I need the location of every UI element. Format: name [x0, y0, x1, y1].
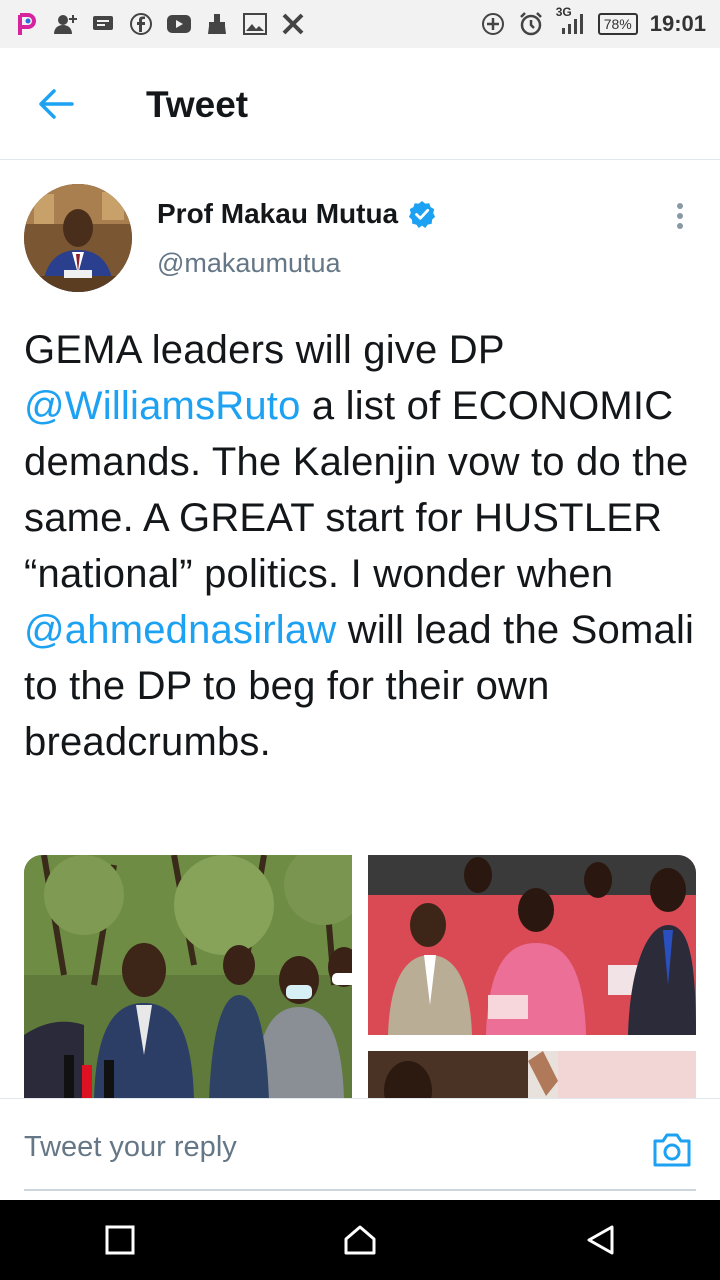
recent-apps-button[interactable]: [90, 1210, 150, 1270]
network-type: 3G: [555, 5, 572, 19]
verified-badge-icon: [409, 201, 436, 228]
camera-icon: [653, 1133, 691, 1167]
author-name-text: Prof Makau Mutua: [157, 198, 399, 229]
status-time: 19:01: [649, 11, 706, 36]
square-icon: [105, 1225, 135, 1255]
mention-link[interactable]: @WilliamsRuto: [24, 384, 301, 428]
triangle-back-icon: [587, 1225, 614, 1255]
tweet-text-segment: GEMA leaders will give DP: [24, 328, 504, 372]
reply-divider: [24, 1189, 696, 1191]
home-button[interactable]: [330, 1210, 390, 1270]
more-vertical-icon: [677, 203, 683, 229]
cleaner-icon: [204, 11, 230, 37]
status-bar: 3G 78% 19:01: [0, 0, 720, 48]
reply-bar: Tweet your reply: [0, 1098, 720, 1201]
picsart-icon: [14, 11, 40, 37]
tweet-text: GEMA leaders will give DP @WilliamsRuto …: [24, 322, 704, 770]
android-nav-bar: [0, 1200, 720, 1280]
page-title: Tweet: [146, 84, 249, 125]
battery-icon: 78%: [597, 13, 638, 35]
battery-level: 78%: [603, 16, 632, 32]
signal-icon: 3G: [556, 5, 586, 37]
mention-link[interactable]: @ahmednasirlaw: [24, 608, 336, 652]
add-contact-icon: [52, 11, 78, 37]
tweet-media-grid: [24, 855, 696, 1100]
add-circle-icon: [480, 11, 506, 37]
camera-button[interactable]: [648, 1129, 696, 1171]
more-options-button[interactable]: [664, 200, 696, 232]
app-header: Tweet: [0, 48, 720, 160]
image-icon: [242, 11, 268, 37]
back-nav-button[interactable]: [570, 1210, 630, 1270]
tweet-photo[interactable]: [24, 855, 352, 1100]
status-bar-system: 3G 78% 19:01: [480, 5, 706, 37]
facebook-icon: [128, 11, 154, 37]
reply-input[interactable]: Tweet your reply: [24, 1131, 237, 1164]
avatar[interactable]: [24, 184, 132, 292]
back-button[interactable]: [32, 84, 80, 124]
arrow-left-icon: [39, 89, 74, 119]
tweet-photo[interactable]: [368, 1051, 696, 1100]
author-name[interactable]: Prof Makau Mutua: [157, 198, 436, 230]
status-bar-notifications: [14, 11, 306, 37]
author-handle[interactable]: @makaumutua: [157, 248, 341, 279]
x-icon: [280, 11, 306, 37]
alarm-icon: [518, 11, 544, 37]
message-icon: [90, 11, 116, 37]
youtube-icon: [166, 11, 192, 37]
tweet-photo[interactable]: [368, 855, 696, 1035]
home-icon: [344, 1225, 376, 1255]
